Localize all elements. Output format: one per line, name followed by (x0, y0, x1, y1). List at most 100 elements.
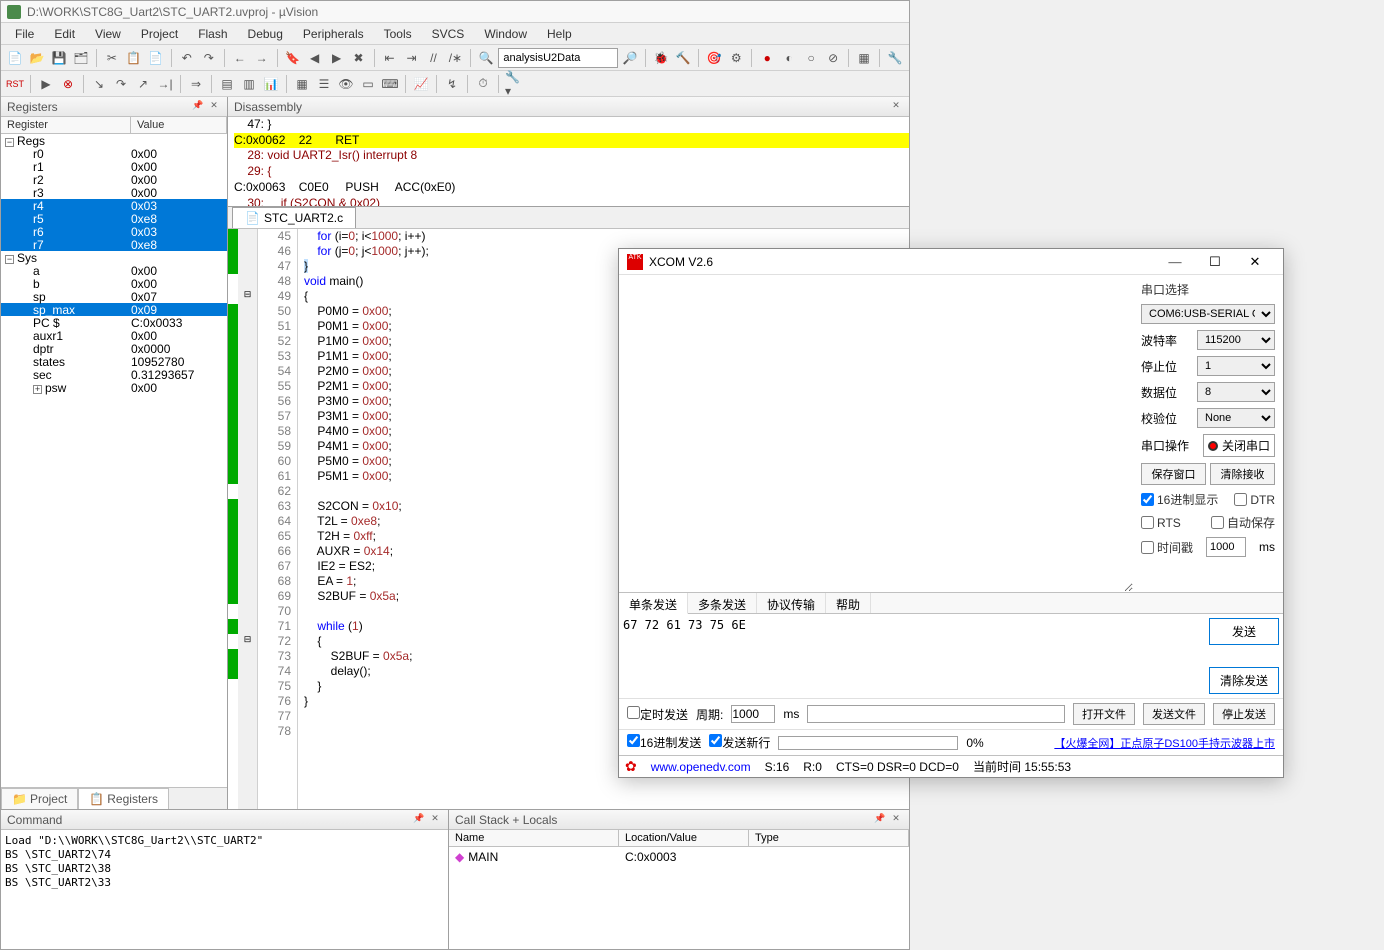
reg-r2[interactable]: r20x00 (1, 173, 227, 186)
period-input[interactable] (731, 705, 775, 723)
reg-r5[interactable]: r50xe8 (1, 212, 227, 225)
reg-a[interactable]: a0x00 (1, 264, 227, 277)
clear-recv-button[interactable]: 清除接收 (1210, 463, 1275, 485)
menu-edit[interactable]: Edit (44, 24, 85, 44)
receive-textarea[interactable] (619, 275, 1133, 592)
show-next-icon[interactable]: ⇒ (186, 74, 206, 94)
find-next-icon[interactable]: 🔎 (620, 48, 640, 68)
memory-icon[interactable]: ▭ (358, 74, 378, 94)
outdent-icon[interactable]: ⇥ (402, 48, 422, 68)
run-to-icon[interactable]: →| (155, 74, 175, 94)
xcom-tab-2[interactable]: 协议传输 (757, 593, 826, 613)
xcom-tab-0[interactable]: 单条发送 (619, 593, 688, 614)
target-icon[interactable]: 🎯 (704, 48, 724, 68)
cut-icon[interactable]: ✂ (102, 48, 122, 68)
bookmark-prev-icon[interactable]: ◀ (305, 48, 325, 68)
fwd-icon[interactable]: → (252, 48, 272, 68)
serial-icon[interactable]: ⌨ (380, 74, 400, 94)
trace-icon[interactable]: ↯ (442, 74, 462, 94)
tab-project[interactable]: 📁Project (1, 788, 78, 809)
watch-icon[interactable]: 👁 (336, 74, 356, 94)
xcom-tab-1[interactable]: 多条发送 (688, 593, 757, 613)
close-pane-icon[interactable]: ✕ (207, 100, 221, 114)
step-in-icon[interactable]: ↘ (89, 74, 109, 94)
reg-b[interactable]: b0x00 (1, 277, 227, 290)
menu-tools[interactable]: Tools (374, 24, 422, 44)
file-tab[interactable]: 📄 STC_UART2.c (232, 207, 356, 228)
reg-sec[interactable]: sec0.31293657 (1, 368, 227, 381)
maximize-icon[interactable]: ☐ (1195, 250, 1235, 274)
close-port-button[interactable]: 关闭串口 (1203, 434, 1275, 457)
menu-file[interactable]: File (5, 24, 44, 44)
debug-icon[interactable]: 🐞 (651, 48, 671, 68)
xcom-titlebar[interactable]: ATK XCOM V2.6 — ☐ ✕ (619, 249, 1283, 275)
reg-group-sys[interactable]: −Sys (1, 251, 227, 264)
open-file-button[interactable]: 打开文件 (1073, 703, 1135, 725)
reg-auxr1[interactable]: auxr10x00 (1, 329, 227, 342)
ad-link[interactable]: 【火爆全网】正点原子DS100手持示波器上市 (1054, 735, 1275, 751)
window-icon[interactable]: ▦ (854, 48, 874, 68)
paste-icon[interactable]: 📄 (146, 48, 166, 68)
run-icon[interactable]: ▶ (36, 74, 56, 94)
find-combo[interactable] (498, 48, 618, 68)
close-icon[interactable]: ✕ (889, 100, 903, 114)
reg-PC[interactable]: PC $C:0x0033 (1, 316, 227, 329)
reg-group-regs[interactable]: −Regs (1, 134, 227, 147)
reg-r7[interactable]: r70xe8 (1, 238, 227, 251)
reg-r1[interactable]: r10x00 (1, 160, 227, 173)
analyzer-icon[interactable]: 📈 (411, 74, 431, 94)
menu-flash[interactable]: Flash (188, 24, 237, 44)
cmd-window-icon[interactable]: ▤ (217, 74, 237, 94)
send-button[interactable]: 发送 (1209, 618, 1279, 645)
config-icon[interactable]: 🔧 (885, 48, 905, 68)
stopbits-select[interactable]: 1 (1197, 356, 1275, 376)
save-icon[interactable]: 💾 (49, 48, 69, 68)
undo-icon[interactable]: ↶ (177, 48, 197, 68)
menu-debug[interactable]: Debug (238, 24, 293, 44)
disasm-window-icon[interactable]: ▥ (239, 74, 259, 94)
bookmark-next-icon[interactable]: ▶ (327, 48, 347, 68)
send-file-button[interactable]: 发送文件 (1143, 703, 1205, 725)
options-icon[interactable]: ⚙ (726, 48, 746, 68)
step-over-icon[interactable]: ↷ (111, 74, 131, 94)
step-out-icon[interactable]: ↗ (133, 74, 153, 94)
registers-tree[interactable]: −Regsr00x00r10x00r20x00r30x00r40x03r50xe… (1, 134, 227, 787)
clear-send-button[interactable]: 清除发送 (1209, 667, 1279, 694)
reg-psw[interactable]: +psw0x00 (1, 381, 227, 394)
bookmark-icon[interactable]: 🔖 (283, 48, 303, 68)
close-icon[interactable]: ✕ (1235, 250, 1275, 274)
stop-icon[interactable]: ⊗ (58, 74, 78, 94)
port-select[interactable]: COM6:USB-SERIAL CH340 (1141, 304, 1275, 324)
baud-select[interactable]: 115200 (1197, 330, 1275, 350)
indent-icon[interactable]: ⇤ (380, 48, 400, 68)
xcom-tab-3[interactable]: 帮助 (826, 593, 871, 613)
hex-display-checkbox[interactable]: 16进制显示 (1141, 491, 1218, 508)
autosave-checkbox[interactable]: 自动保存 (1211, 514, 1275, 531)
callstack-body[interactable]: ◆MAINC:0x0003 (449, 847, 909, 949)
reg-r3[interactable]: r30x00 (1, 186, 227, 199)
close-icon[interactable]: ✕ (428, 813, 442, 827)
send-newline-checkbox[interactable]: 发送新行 (709, 734, 770, 751)
code-line[interactable]: for (i=0; i<1000; i++) (304, 229, 909, 244)
reg-r0[interactable]: r00x00 (1, 147, 227, 160)
timestamp-interval-input[interactable] (1206, 537, 1246, 557)
timestamp-checkbox[interactable]: 时间戳 (1141, 539, 1193, 556)
tab-registers[interactable]: 📋Registers (78, 788, 169, 809)
regs-window-icon[interactable]: ▦ (292, 74, 312, 94)
menu-peripherals[interactable]: Peripherals (293, 24, 374, 44)
menu-window[interactable]: Window (474, 24, 537, 44)
reg-sp_max[interactable]: sp_max0x09 (1, 303, 227, 316)
dtr-checkbox[interactable]: DTR (1234, 493, 1275, 507)
find-icon[interactable]: 🔍 (476, 48, 496, 68)
pin-icon[interactable]: 📌 (412, 813, 426, 827)
saveall-icon[interactable]: 🗂 (71, 48, 91, 68)
command-output[interactable]: Load "D:\\WORK\\STC8G_Uart2\\STC_UART2" … (1, 830, 448, 949)
redo-icon[interactable]: ↷ (199, 48, 219, 68)
rts-checkbox[interactable]: RTS (1141, 516, 1181, 530)
timed-send-checkbox[interactable]: 定时发送 (627, 706, 688, 723)
save-window-button[interactable]: 保存窗口 (1141, 463, 1206, 485)
gear-icon[interactable]: ✿ (625, 758, 637, 775)
bp-disable-icon[interactable]: ○ (801, 48, 821, 68)
bookmark-clear-icon[interactable]: ✖ (349, 48, 369, 68)
callstack-row[interactable]: ◆MAINC:0x0003 (451, 849, 907, 865)
